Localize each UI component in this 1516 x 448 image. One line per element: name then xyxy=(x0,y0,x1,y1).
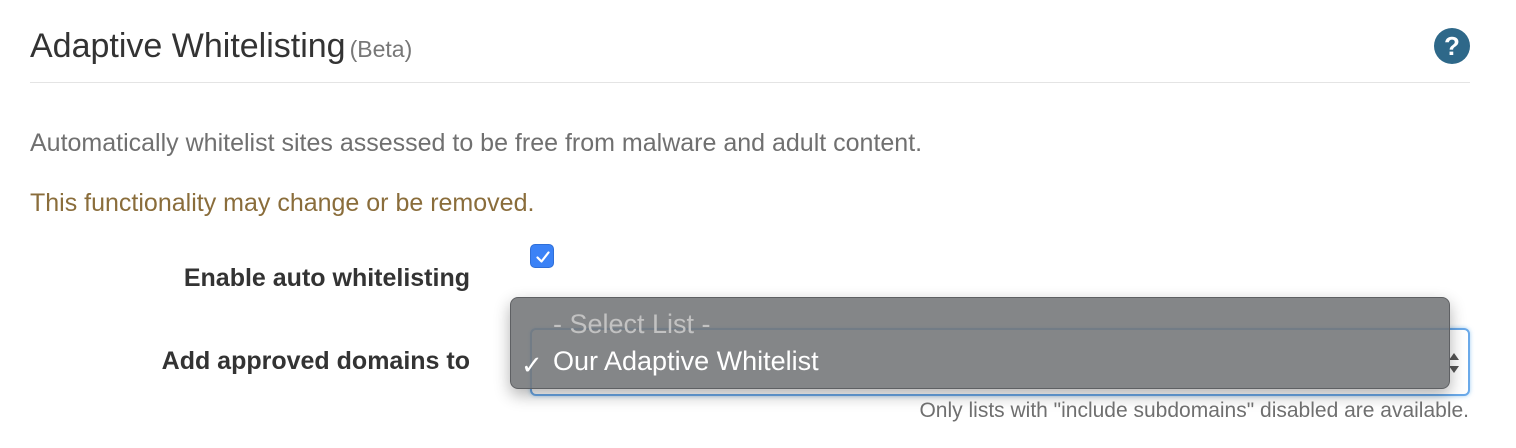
select-option-our-adaptive-whitelist[interactable]: Our Adaptive Whitelist xyxy=(553,346,819,377)
beta-warning-text: This functionality may change or be remo… xyxy=(30,189,535,217)
beta-badge: (Beta) xyxy=(349,36,413,62)
select-option-placeholder[interactable]: - Select List - xyxy=(553,309,711,340)
enable-auto-whitelisting-label: Enable auto whitelisting xyxy=(183,264,470,292)
help-icon[interactable]: ? xyxy=(1434,28,1470,64)
select-hint-text: Only lists with "include subdomains" dis… xyxy=(919,399,1469,422)
description-text: Automatically whitelist sites assessed t… xyxy=(30,129,923,157)
panel-header: Adaptive Whitelisting (Beta) ? xyxy=(30,22,1470,83)
adaptive-whitelisting-panel: Adaptive Whitelisting (Beta) ? Automatica… xyxy=(0,0,1516,448)
enable-auto-whitelisting-checkbox[interactable] xyxy=(530,244,554,268)
add-approved-domains-label: Add approved domains to xyxy=(161,347,470,375)
page-title: Adaptive Whitelisting (Beta) xyxy=(30,26,412,69)
whitelist-dropdown-menu: - Select List - ✓ Our Adaptive Whitelist xyxy=(510,297,1450,389)
checkmark-icon xyxy=(536,251,550,263)
title-text: Adaptive Whitelisting xyxy=(30,27,346,65)
selected-check-icon: ✓ xyxy=(521,350,543,380)
